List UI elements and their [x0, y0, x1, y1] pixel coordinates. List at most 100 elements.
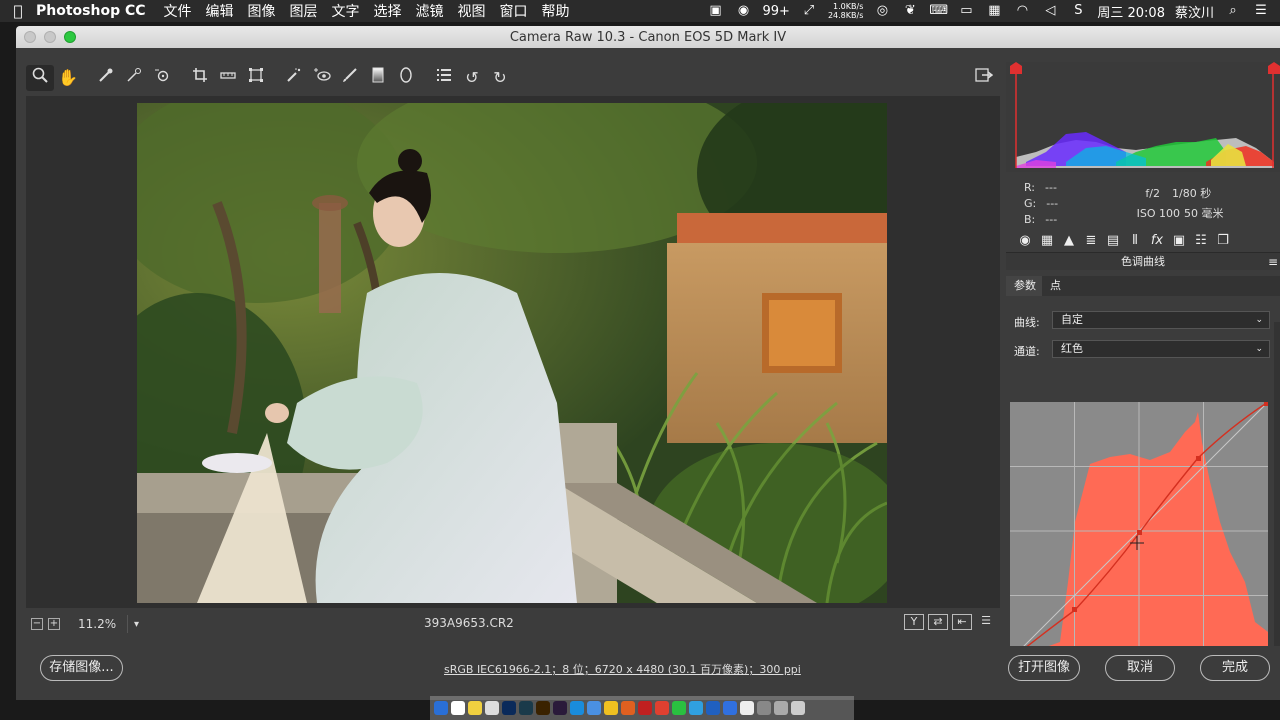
swap-settings-icon[interactable]: ⇄ — [928, 614, 948, 630]
photo-preview[interactable] — [137, 103, 887, 603]
app-store-icon[interactable] — [570, 701, 584, 715]
app-icon-4[interactable] — [706, 701, 720, 715]
camera-calibration-panel-icon[interactable]: ▣ — [1168, 231, 1190, 251]
hand-tool-icon[interactable]: ✋ — [54, 65, 82, 91]
app-icon-3[interactable] — [638, 701, 652, 715]
windows-icon[interactable]: ▦ — [985, 4, 1003, 18]
lens-corrections-panel-icon[interactable]: ⦀ — [1124, 231, 1146, 251]
menu-help[interactable]: 帮助 — [542, 1, 570, 21]
illustrator-icon[interactable] — [536, 701, 550, 715]
radial-filter-icon[interactable] — [392, 65, 420, 91]
screen-record-icon[interactable]: ▣ — [707, 4, 725, 18]
finder-icon[interactable] — [434, 701, 448, 715]
workflow-options-link[interactable]: sRGB IEC61966-2.1；8 位；6720 x 4480 (30.1 … — [444, 661, 801, 677]
crop-icon[interactable] — [186, 65, 214, 91]
zoom-in-button[interactable]: + — [48, 618, 60, 630]
app-icon-1[interactable] — [604, 701, 618, 715]
zoom-dropdown-icon[interactable]: ▾ — [134, 619, 139, 630]
effects-panel-icon[interactable]: fx — [1146, 231, 1168, 251]
curve-preset-value: 自定 — [1061, 313, 1083, 326]
trash-icon[interactable] — [791, 701, 805, 715]
right-panel: R: --- G: --- B: --- f/2 1/80 秒 ISO 100 50 毫米… — [1006, 60, 1280, 662]
spotlight-search-icon[interactable]: ⌕ — [1224, 4, 1242, 18]
preview-icon[interactable] — [740, 701, 754, 715]
calendar-icon[interactable] — [451, 701, 465, 715]
graduated-filter-icon[interactable] — [364, 65, 392, 91]
app-icon-6[interactable] — [757, 701, 771, 715]
wechat-icon[interactable]: ◉ — [735, 4, 753, 18]
channel-select[interactable]: 红色 ⌄ — [1052, 340, 1270, 358]
adjustment-brush-icon[interactable] — [336, 65, 364, 91]
menu-window[interactable]: 窗口 — [500, 1, 528, 21]
color-sampler-icon[interactable] — [120, 65, 148, 91]
spot-removal-icon[interactable] — [280, 65, 308, 91]
zoom-level[interactable]: 11.2% — [70, 615, 128, 633]
snapshots-panel-icon[interactable]: ❐ — [1212, 231, 1234, 251]
tab-point[interactable]: 点 — [1042, 276, 1078, 296]
panel-menu-icon[interactable]: ≡ — [1268, 253, 1278, 271]
wifi-icon[interactable]: ◠ — [1013, 4, 1031, 18]
rotate-right-icon[interactable]: ↻ — [486, 65, 514, 91]
safari-icon[interactable] — [587, 701, 601, 715]
chrome-icon[interactable] — [655, 701, 669, 715]
app-icon-5[interactable] — [723, 701, 737, 715]
wechat-dock-icon[interactable] — [672, 701, 686, 715]
volume-icon[interactable]: ◁ — [1041, 4, 1059, 18]
split-toning-panel-icon[interactable]: ▤ — [1102, 231, 1124, 251]
notification-center-icon[interactable]: ☰ — [1252, 4, 1270, 18]
app-menu[interactable]: Photoshop CC — [36, 3, 146, 19]
hsl-panel-icon[interactable]: ≣ — [1080, 231, 1102, 251]
airplay-icon[interactable]: ▭ — [957, 4, 975, 18]
zoom-out-button[interactable]: − — [31, 618, 43, 630]
targeted-adjustment-icon[interactable] — [148, 65, 176, 91]
before-after-cycle-icon[interactable]: Y — [904, 614, 924, 630]
creative-cloud-icon[interactable]: ◎ — [873, 4, 891, 18]
menu-type[interactable]: 文字 — [332, 1, 360, 21]
textedit-icon[interactable] — [485, 701, 499, 715]
menu-edit[interactable]: 编辑 — [206, 1, 234, 21]
transform-icon[interactable] — [242, 65, 270, 91]
app-icon-2[interactable] — [621, 701, 635, 715]
tab-parametric[interactable]: 参数 — [1006, 276, 1042, 296]
view-preferences-icon[interactable]: ☰ — [976, 614, 996, 630]
toggle-fullscreen-icon[interactable] — [970, 65, 998, 91]
red-eye-icon[interactable] — [308, 65, 336, 91]
tone-curve-panel-icon[interactable]: ▦ — [1036, 231, 1058, 251]
app-icon-7[interactable] — [774, 701, 788, 715]
menu-filter[interactable]: 滤镜 — [416, 1, 444, 21]
after-effects-icon[interactable] — [553, 701, 567, 715]
image-canvas[interactable] — [26, 96, 1000, 608]
basic-panel-icon[interactable]: ◉ — [1014, 231, 1036, 251]
zoom-tool-icon[interactable] — [26, 65, 54, 91]
menu-layer[interactable]: 图层 — [290, 1, 318, 21]
user-name[interactable]: 蔡汶川 — [1175, 2, 1214, 21]
lightroom-icon[interactable] — [519, 701, 533, 715]
photoshop-icon[interactable] — [502, 701, 516, 715]
done-button[interactable]: 完成 — [1200, 655, 1270, 681]
save-image-button[interactable]: 存储图像... — [40, 655, 123, 681]
channel-value: 红色 — [1061, 342, 1083, 355]
qq-icon[interactable] — [689, 701, 703, 715]
clock[interactable]: 周三 20:08 — [1097, 2, 1165, 21]
detail-panel-icon[interactable]: ▲ — [1058, 231, 1080, 251]
preferences-icon[interactable] — [430, 65, 458, 91]
panel-scrollbar[interactable] — [1274, 322, 1280, 662]
apple-icon[interactable]:  — [0, 2, 36, 20]
straighten-icon[interactable] — [214, 65, 242, 91]
notes-icon[interactable] — [468, 701, 482, 715]
tone-curve-graph[interactable] — [1009, 401, 1269, 661]
keyboard-icon[interactable]: ⌨ — [929, 4, 948, 18]
input-method-icon[interactable]: S — [1069, 4, 1087, 18]
open-image-button[interactable]: 打开图像 — [1008, 655, 1080, 681]
menu-view[interactable]: 视图 — [458, 1, 486, 21]
menu-select[interactable]: 选择 — [374, 1, 402, 21]
cancel-button[interactable]: 取消 — [1105, 655, 1175, 681]
rotate-left-icon[interactable]: ↺ — [458, 65, 486, 91]
copy-settings-icon[interactable]: ⇤ — [952, 614, 972, 630]
evernote-icon[interactable]: ❦ — [901, 4, 919, 18]
presets-panel-icon[interactable]: ☷ — [1190, 231, 1212, 251]
curve-preset-select[interactable]: 自定 ⌄ — [1052, 311, 1270, 329]
white-balance-icon[interactable] — [92, 65, 120, 91]
menu-file[interactable]: 文件 — [164, 1, 192, 21]
menu-image[interactable]: 图像 — [248, 1, 276, 21]
